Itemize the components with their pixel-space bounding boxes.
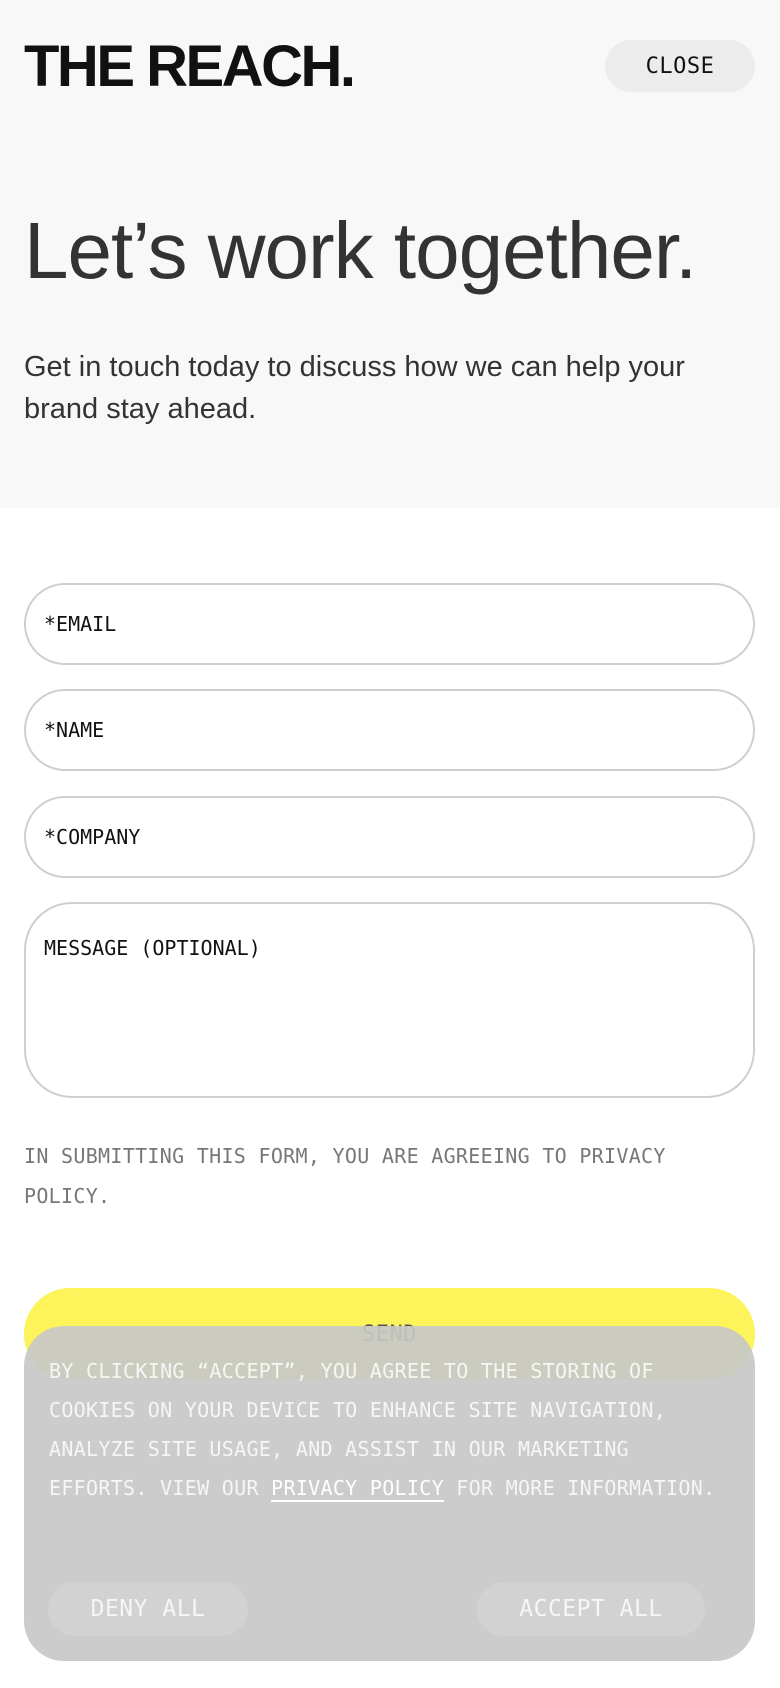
cookie-text-outro: FOR MORE INFORMATION. [443,1476,716,1500]
name-placeholder: *NAME [44,718,105,742]
company-field[interactable]: *COMPANY [24,796,755,878]
contact-page: THE REACH. CLOSE Let’s work together. Ge… [0,0,780,1688]
privacy-policy-link[interactable]: PRIVACY POLICY [271,1476,444,1502]
deny-all-button[interactable]: DENY ALL [48,1582,248,1636]
privacy-consent-text: IN SUBMITTING THIS FORM, YOU ARE AGREEIN… [24,1144,666,1208]
message-field[interactable]: MESSAGE (OPTIONAL) [24,902,755,1098]
email-field[interactable]: *EMAIL [24,583,755,665]
message-placeholder: MESSAGE (OPTIONAL) [44,936,261,960]
accept-all-button[interactable]: ACCEPT ALL [477,1582,705,1636]
site-logo[interactable]: THE REACH. [24,32,356,102]
cookie-text: BY CLICKING “ACCEPT”, YOU AGREE TO THE S… [49,1352,739,1508]
page-subtitle: Get in touch today to discuss how we can… [24,351,685,425]
hero-section: THE REACH. CLOSE Let’s work together. Ge… [0,0,780,508]
close-button[interactable]: CLOSE [605,40,755,92]
company-placeholder: *COMPANY [44,825,141,849]
page-title: Let’s work together. [24,206,697,295]
email-placeholder: *EMAIL [44,612,117,636]
cookie-banner: BY CLICKING “ACCEPT”, YOU AGREE TO THE S… [24,1326,755,1661]
name-field[interactable]: *NAME [24,689,755,771]
